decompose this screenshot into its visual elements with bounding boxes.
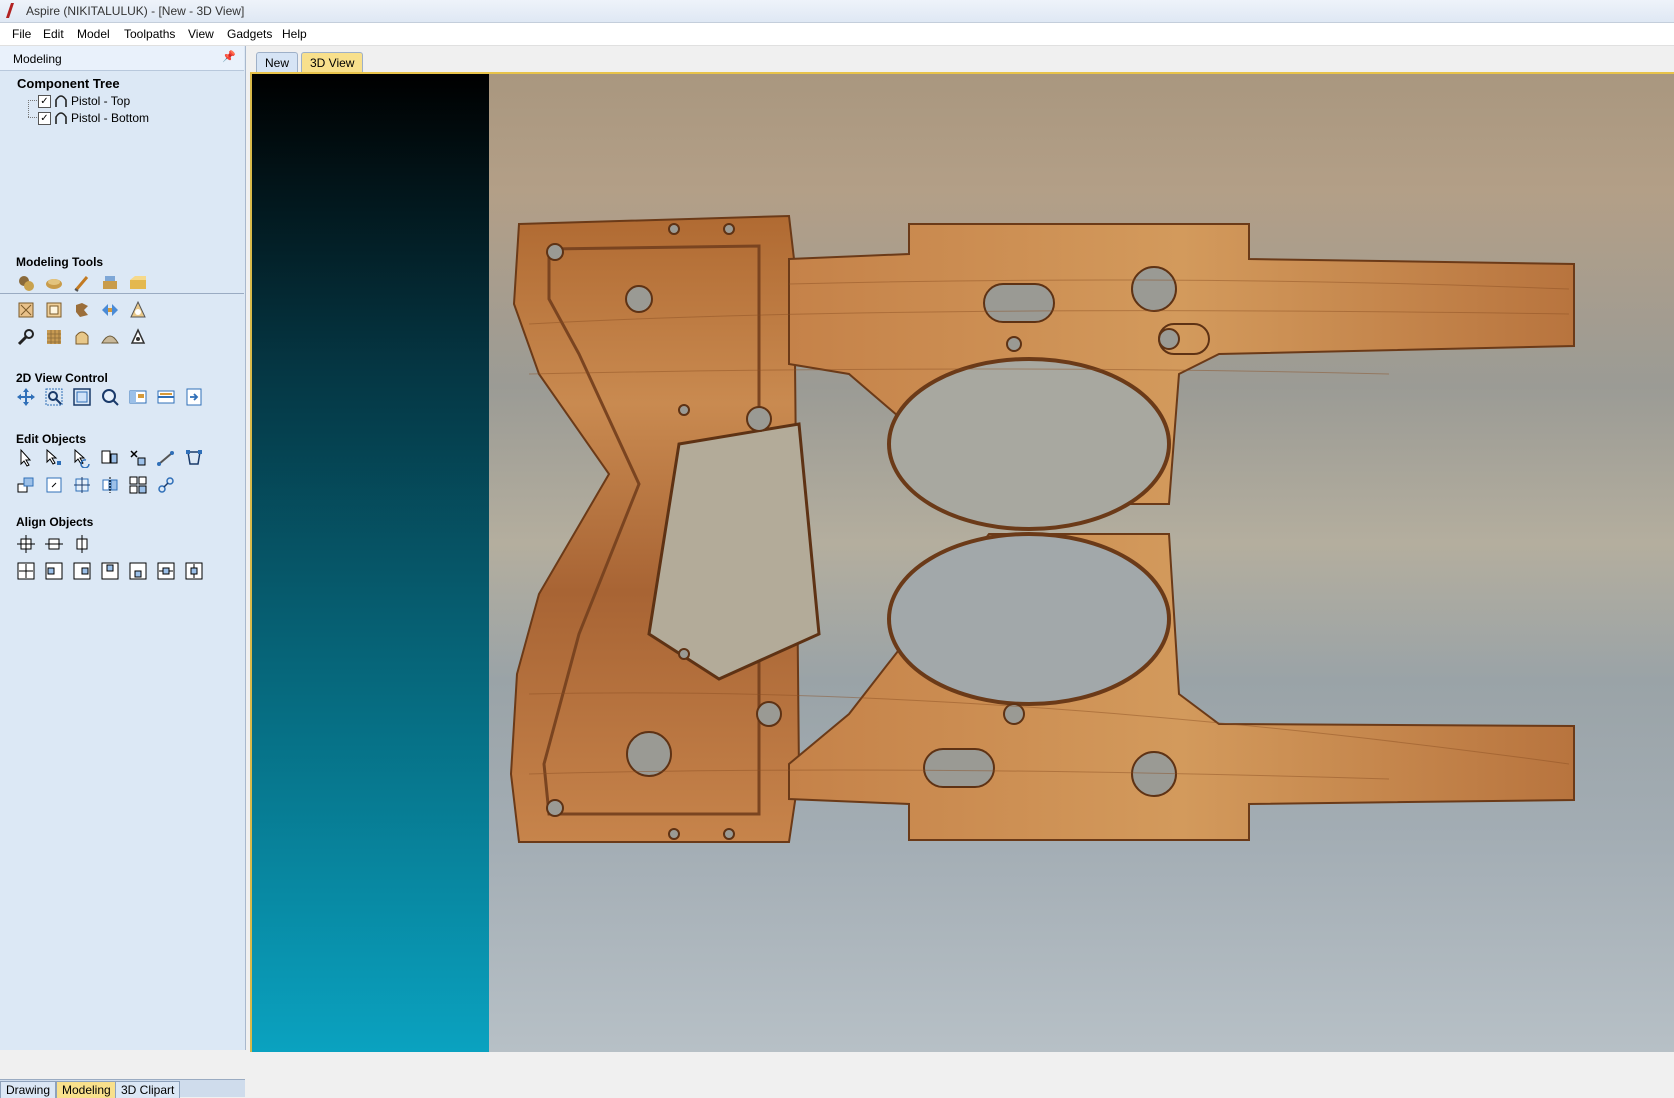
component-icon	[55, 95, 67, 107]
tree-item-label: Pistol - Bottom	[71, 111, 150, 125]
size-icon[interactable]	[99, 447, 121, 469]
extrude-sweep-icon[interactable]	[99, 272, 121, 294]
select-icon[interactable]	[15, 447, 37, 469]
sculpt-icon[interactable]	[71, 272, 93, 294]
checkbox[interactable]: ✓	[38, 94, 51, 108]
interactive-transform-icon[interactable]	[71, 447, 93, 469]
window-title: Aspire (NIKITALULUK) - [New - 3D View]	[26, 4, 245, 18]
checkbox[interactable]: ✓	[38, 111, 51, 125]
panel-header: Modeling 📌	[0, 46, 244, 71]
join-icon[interactable]	[183, 447, 205, 469]
mirror-edit-icon[interactable]	[71, 474, 93, 496]
menu-help[interactable]: Help	[282, 27, 307, 41]
panel-title: Modeling	[13, 52, 62, 66]
3d-viewport[interactable]	[250, 72, 1674, 1052]
fade-icon[interactable]	[15, 299, 37, 321]
texture-icon[interactable]	[43, 326, 65, 348]
align-objects-title: Align Objects	[16, 515, 94, 529]
distort-icon[interactable]	[71, 299, 93, 321]
component-icon	[55, 112, 67, 124]
menu-view[interactable]: View	[188, 27, 214, 41]
pistol-3d-model	[509, 214, 1575, 843]
scale-icon[interactable]	[127, 447, 149, 469]
align-top-icon[interactable]	[99, 560, 121, 582]
toggle-panel-icon[interactable]	[127, 386, 149, 408]
center-page-icon[interactable]	[15, 533, 37, 555]
center-horizontal-icon[interactable]	[43, 533, 65, 555]
measure-icon[interactable]	[155, 447, 177, 469]
shape-editor-icon[interactable]	[43, 272, 65, 294]
tab-3d-clipart[interactable]: 3D Clipart	[115, 1081, 181, 1098]
tab-new[interactable]: New	[256, 52, 299, 73]
offset-icon[interactable]	[71, 326, 93, 348]
move-icon[interactable]	[15, 474, 37, 496]
align-bottom-icon[interactable]	[127, 560, 149, 582]
viewport-background	[252, 74, 489, 1052]
component-tree-title: Component Tree	[17, 76, 120, 91]
create-shape-icon[interactable]	[15, 272, 37, 294]
menu-edit[interactable]: Edit	[43, 27, 64, 41]
tree-item-pistol-bottom[interactable]: ✓ Pistol - Bottom	[38, 110, 149, 126]
tree-item-pistol-top[interactable]: ✓ Pistol - Top	[38, 93, 130, 109]
align-center-icon[interactable]	[15, 560, 37, 582]
zoom-box-icon[interactable]	[43, 386, 65, 408]
menu-model[interactable]: Model	[77, 27, 110, 41]
split-view-icon[interactable]	[155, 386, 177, 408]
array-icon[interactable]	[127, 474, 149, 496]
panel-tabs: Drawing Modeling 3D Clipart	[0, 1079, 245, 1098]
add-draft-icon[interactable]	[127, 299, 149, 321]
tab-modeling[interactable]: Modeling	[56, 1081, 117, 1098]
center-vertical-align-icon[interactable]	[183, 560, 205, 582]
view-control-title: 2D View Control	[16, 371, 108, 385]
two-rail-sweep-icon[interactable]	[127, 272, 149, 294]
menu-gadgets[interactable]: Gadgets	[227, 27, 272, 41]
align-left-icon[interactable]	[43, 560, 65, 582]
tab-3d-view[interactable]: 3D View	[301, 52, 364, 73]
smooth-icon[interactable]	[15, 326, 37, 348]
tree-item-label: Pistol - Top	[71, 94, 131, 108]
modeling-panel: Modeling 📌 Component Tree ✓ Pistol - Top…	[0, 46, 246, 1098]
node-edit-icon[interactable]	[43, 447, 65, 469]
aspire-logo-icon	[6, 3, 14, 18]
tab-drawing[interactable]: Drawing	[0, 1081, 57, 1098]
zoom-selection-icon[interactable]	[99, 386, 121, 408]
zoom-extents-icon[interactable]	[71, 386, 93, 408]
slice-icon[interactable]	[99, 326, 121, 348]
menu-toolpaths[interactable]: Toolpaths	[124, 27, 175, 41]
layer-icon[interactable]	[183, 386, 205, 408]
mirror-icon[interactable]	[99, 299, 121, 321]
document-tabs: New 3D View	[246, 46, 1674, 73]
rotate-icon[interactable]	[43, 474, 65, 496]
tilt-icon[interactable]	[43, 299, 65, 321]
center-horizontal-align-icon[interactable]	[155, 560, 177, 582]
title-bar: Aspire (NIKITALULUK) - [New - 3D View]	[0, 0, 1674, 23]
menu-file[interactable]: File	[12, 27, 31, 41]
pan-icon[interactable]	[15, 386, 37, 408]
modeling-tools-title: Modeling Tools	[16, 255, 104, 269]
weld-icon[interactable]	[155, 474, 177, 496]
create-vector-boundary-icon[interactable]	[127, 326, 149, 348]
menu-bar: File Edit Model Toolpaths View Gadgets H…	[0, 23, 1674, 46]
pin-icon[interactable]: 📌	[222, 50, 236, 63]
edit-objects-title: Edit Objects	[16, 432, 87, 446]
center-vertical-icon[interactable]	[71, 533, 93, 555]
trim-icon[interactable]	[99, 474, 121, 496]
align-right-icon[interactable]	[71, 560, 93, 582]
